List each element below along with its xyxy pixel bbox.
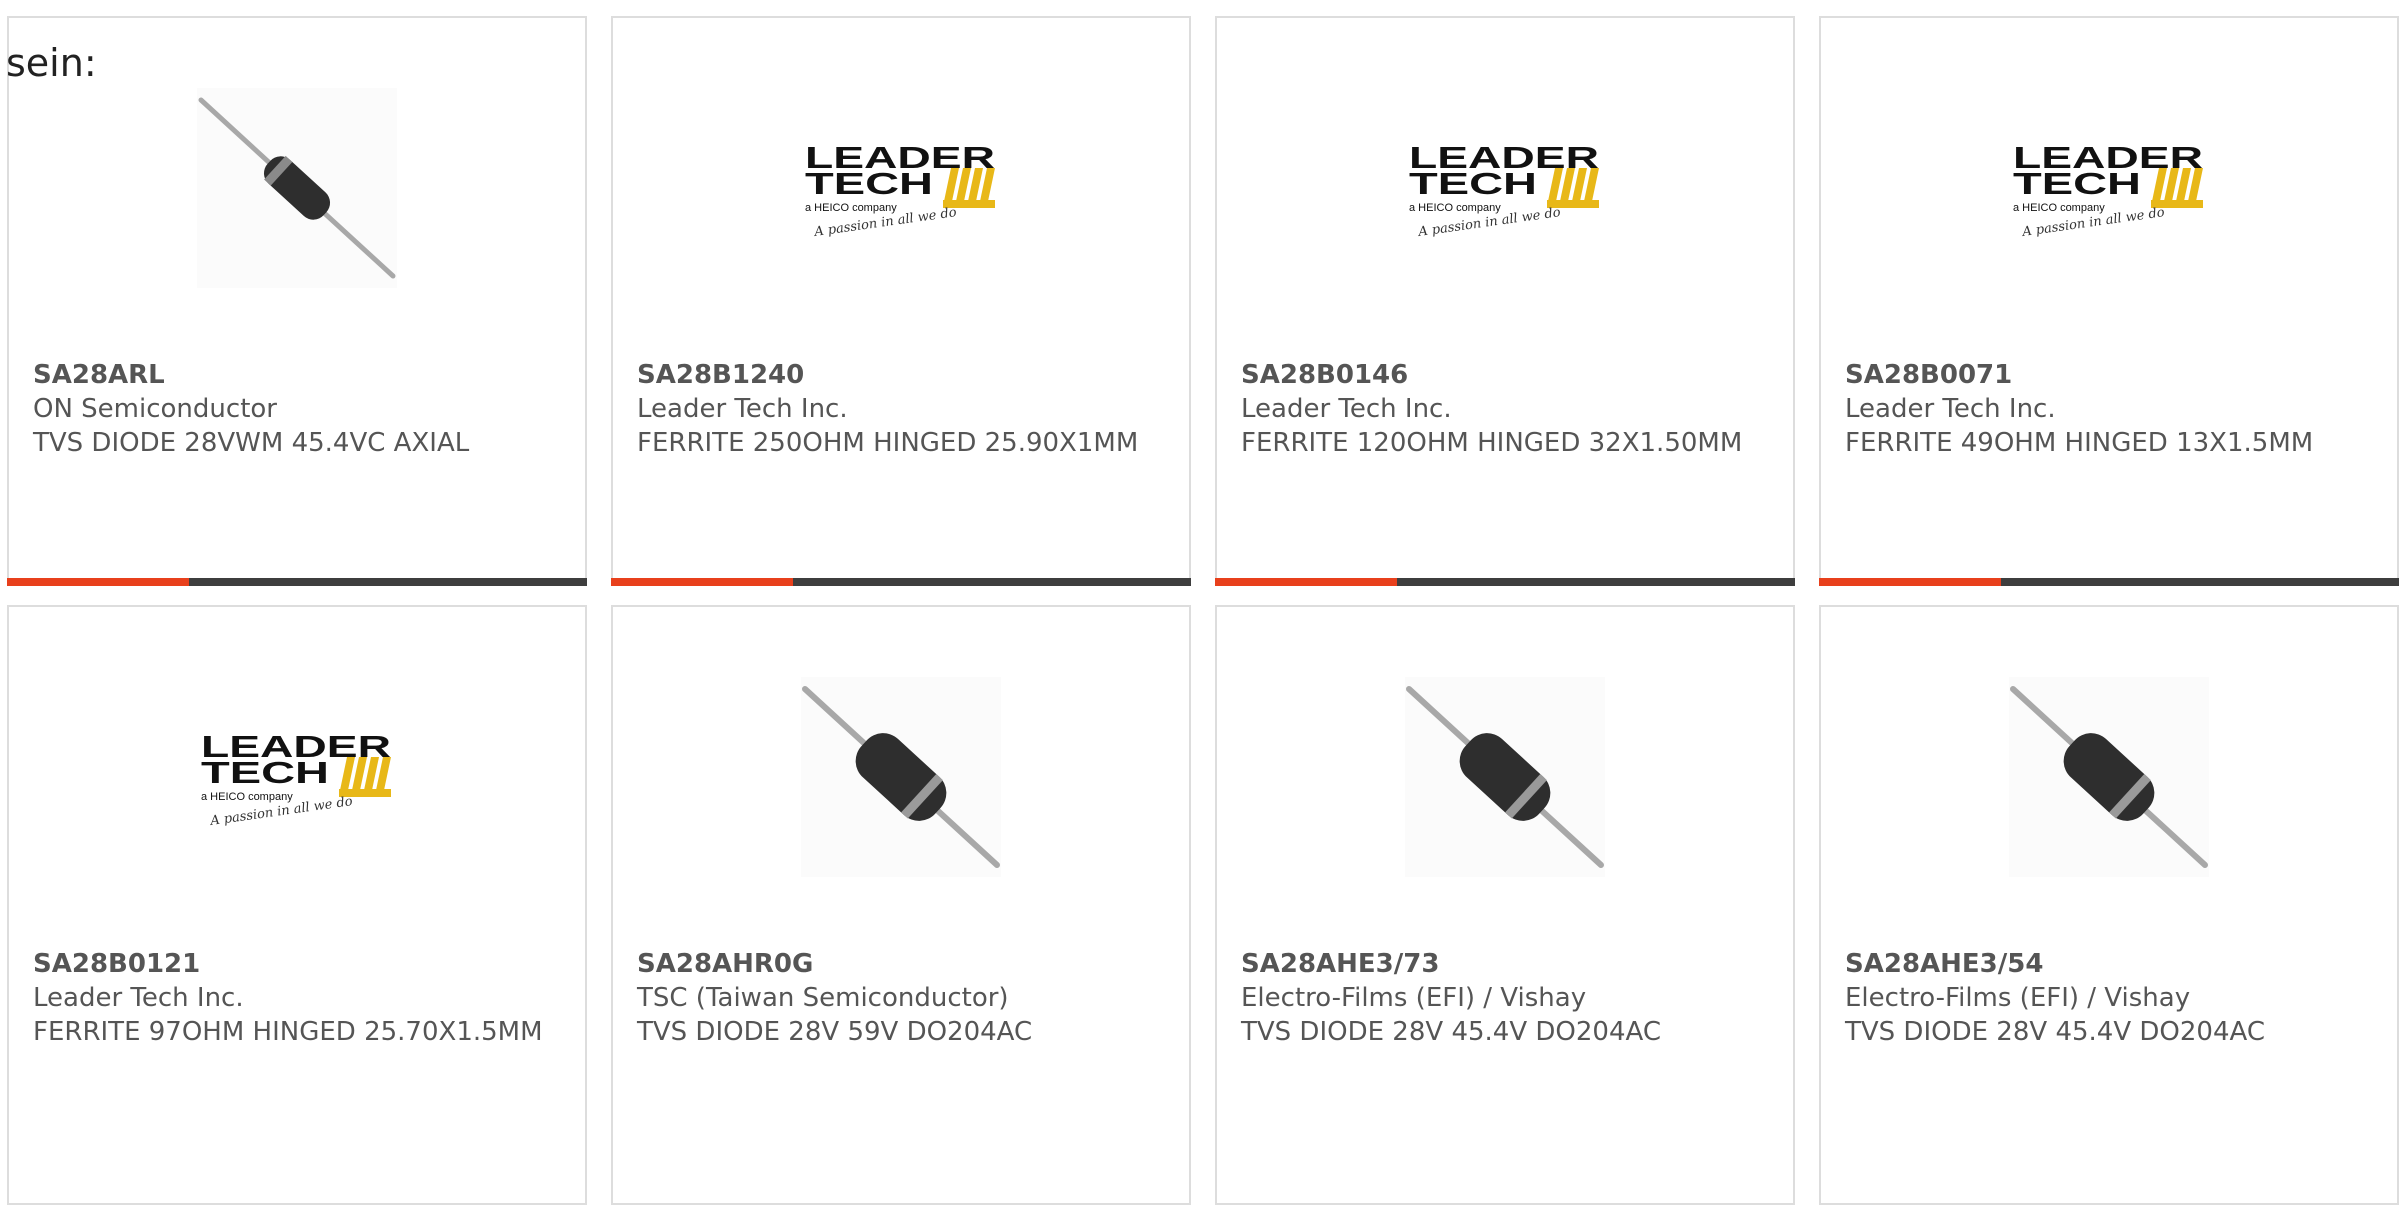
product-info: SA28AHE3/73 Electro-Films (EFI) / Vishay… (1241, 947, 1773, 1049)
svg-text:TECH: TECH (1409, 166, 1537, 201)
leader-tech-logo-icon: LEADER TECH a HEICO company A passion in… (2013, 140, 2203, 240)
axial-diode-icon (801, 677, 1001, 877)
product-image (197, 88, 397, 288)
card-footer-bar (611, 578, 1191, 586)
page-heading: sein: (6, 41, 97, 85)
manufacturer: Leader Tech Inc. (637, 394, 848, 424)
manufacturer: ON Semiconductor (33, 394, 277, 424)
card-accent-bar (611, 578, 793, 586)
leader-tech-logo-icon: LEADER TECH a HEICO company A passion in… (805, 140, 995, 240)
svg-text:TECH: TECH (201, 755, 329, 790)
product-card[interactable]: SA28ARL ON Semiconductor TVS DIODE 28VWM… (7, 16, 587, 586)
manufacturer: TSC (Taiwan Semiconductor) (637, 983, 1009, 1013)
product-description: FERRITE 120OHM HINGED 32X1.50MM (1241, 428, 1743, 458)
part-number-link[interactable]: SA28AHE3/73 (1241, 947, 1773, 981)
product-card[interactable]: LEADER TECH a HEICO company A passion in… (611, 16, 1191, 586)
product-image: LEADER TECH a HEICO company A passion in… (801, 88, 1001, 288)
card-accent-bar (1215, 578, 1397, 586)
part-number-link[interactable]: SA28B0146 (1241, 358, 1773, 392)
product-info: SA28B0121 Leader Tech Inc. FERRITE 97OHM… (33, 947, 565, 1049)
product-card[interactable]: LEADER TECH a HEICO company A passion in… (7, 605, 587, 1205)
svg-text:a HEICO company: a HEICO company (201, 791, 293, 803)
product-image (801, 677, 1001, 877)
leader-tech-logo-icon: LEADER TECH a HEICO company A passion in… (201, 729, 391, 829)
product-info: SA28B0071 Leader Tech Inc. FERRITE 49OHM… (1845, 358, 2377, 460)
axial-diode-icon (1405, 677, 1605, 877)
product-description: TVS DIODE 28VWM 45.4VC AXIAL (33, 428, 470, 458)
product-info: SA28B1240 Leader Tech Inc. FERRITE 250OH… (637, 358, 1169, 460)
product-info: SA28ARL ON Semiconductor TVS DIODE 28VWM… (33, 358, 565, 460)
part-number-link[interactable]: SA28AHE3/54 (1845, 947, 2377, 981)
card-accent-bar (1819, 578, 2001, 586)
part-number-link[interactable]: SA28B0071 (1845, 358, 2377, 392)
axial-diode-icon (2009, 677, 2209, 877)
svg-text:a HEICO company: a HEICO company (2013, 202, 2105, 214)
part-number-link[interactable]: SA28AHR0G (637, 947, 1169, 981)
card-footer-bar (1215, 578, 1795, 586)
leader-tech-logo-icon: LEADER TECH a HEICO company A passion in… (1409, 140, 1599, 240)
product-image: LEADER TECH a HEICO company A passion in… (2009, 88, 2209, 288)
part-number-link[interactable]: SA28B1240 (637, 358, 1169, 392)
axial-diode-icon (197, 88, 397, 288)
product-description: TVS DIODE 28V 59V DO204AC (637, 1017, 1033, 1047)
product-card[interactable]: LEADER TECH a HEICO company A passion in… (1215, 16, 1795, 586)
product-description: TVS DIODE 28V 45.4V DO204AC (1241, 1017, 1661, 1047)
product-image (1405, 677, 1605, 877)
product-card[interactable]: SA28AHE3/54 Electro-Films (EFI) / Vishay… (1819, 605, 2399, 1205)
manufacturer: Leader Tech Inc. (1845, 394, 2056, 424)
manufacturer: Electro-Films (EFI) / Vishay (1241, 983, 1587, 1013)
product-description: TVS DIODE 28V 45.4V DO204AC (1845, 1017, 2265, 1047)
product-card[interactable]: LEADER TECH a HEICO company A passion in… (1819, 16, 2399, 586)
svg-text:TECH: TECH (2013, 166, 2141, 201)
part-number-link[interactable]: SA28ARL (33, 358, 565, 392)
product-image (2009, 677, 2209, 877)
product-image: LEADER TECH a HEICO company A passion in… (197, 677, 397, 877)
svg-text:a HEICO company: a HEICO company (1409, 202, 1501, 214)
card-accent-bar (7, 578, 189, 586)
product-card[interactable]: SA28AHE3/73 Electro-Films (EFI) / Vishay… (1215, 605, 1795, 1205)
card-footer-bar (1819, 578, 2399, 586)
product-description: FERRITE 97OHM HINGED 25.70X1.5MM (33, 1017, 543, 1047)
card-footer-bar (7, 578, 587, 586)
product-grid: SA28ARL ON Semiconductor TVS DIODE 28VWM… (7, 16, 2399, 1205)
product-card[interactable]: SA28AHR0G TSC (Taiwan Semiconductor) TVS… (611, 605, 1191, 1205)
manufacturer: Electro-Films (EFI) / Vishay (1845, 983, 2191, 1013)
manufacturer: Leader Tech Inc. (33, 983, 244, 1013)
product-info: SA28AHE3/54 Electro-Films (EFI) / Vishay… (1845, 947, 2377, 1049)
product-description: FERRITE 49OHM HINGED 13X1.5MM (1845, 428, 2314, 458)
product-image: LEADER TECH a HEICO company A passion in… (1405, 88, 1605, 288)
product-description: FERRITE 250OHM HINGED 25.90X1MM (637, 428, 1139, 458)
product-info: SA28B0146 Leader Tech Inc. FERRITE 120OH… (1241, 358, 1773, 460)
part-number-link[interactable]: SA28B0121 (33, 947, 565, 981)
svg-text:TECH: TECH (805, 166, 933, 201)
manufacturer: Leader Tech Inc. (1241, 394, 1452, 424)
svg-text:a HEICO company: a HEICO company (805, 202, 897, 214)
product-info: SA28AHR0G TSC (Taiwan Semiconductor) TVS… (637, 947, 1169, 1049)
